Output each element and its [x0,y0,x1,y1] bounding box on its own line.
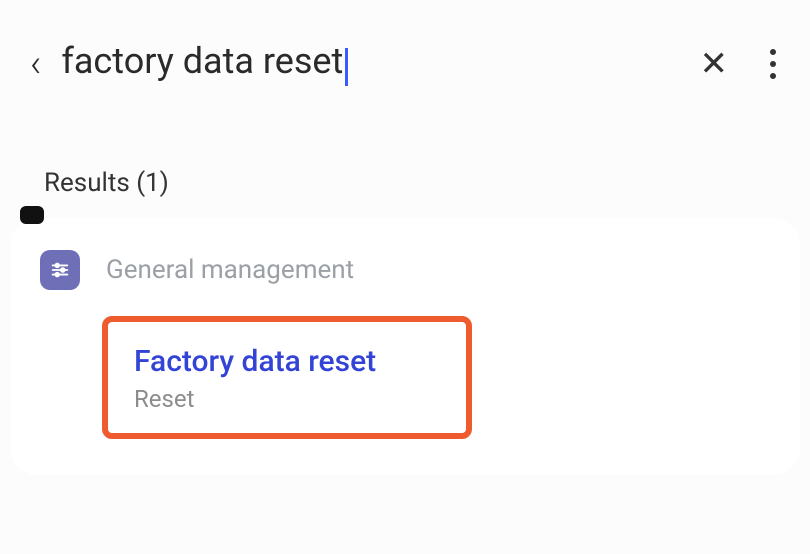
back-icon[interactable]: ‹ [30,45,41,83]
search-header: ‹ factory data reset ✕ [0,0,810,108]
search-query-text: factory data reset [61,40,343,82]
result-title: Factory data reset [134,344,440,379]
text-cursor [345,48,348,86]
result-category-row[interactable]: General management [40,250,770,290]
result-subtitle: Reset [134,385,440,413]
results-card: General management Factory data reset Re… [10,218,800,475]
general-management-icon [40,250,80,290]
search-input[interactable]: factory data reset [61,40,679,88]
result-item[interactable]: Factory data reset Reset [102,316,472,439]
decorative-square [20,206,44,224]
clear-icon[interactable]: ✕ [700,44,729,84]
more-options-icon[interactable] [766,45,780,83]
result-category-label: General management [106,255,354,285]
results-count-label: Results (1) [0,108,810,218]
